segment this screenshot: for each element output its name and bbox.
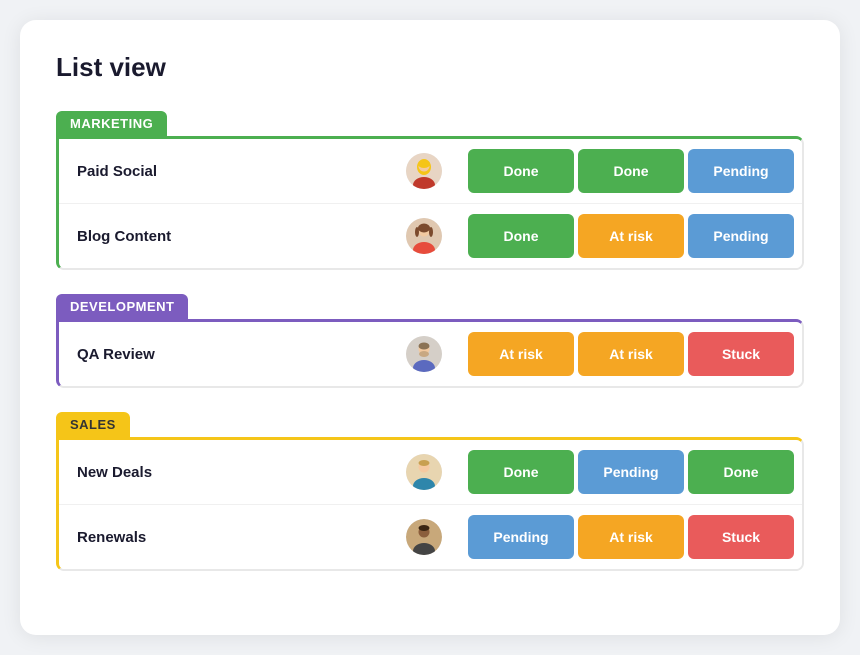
status-cells: DoneAt riskPending — [460, 214, 802, 258]
status-badge[interactable]: Pending — [578, 450, 684, 494]
group-sales: SALESNew Deals DonePendingDoneRenewals P… — [56, 412, 804, 571]
avatar — [406, 519, 442, 555]
avatar — [406, 218, 442, 254]
row-name-label: Renewals — [77, 529, 146, 546]
status-badge[interactable]: Done — [578, 149, 684, 193]
status-badge[interactable]: Done — [468, 214, 574, 258]
group-marketing: MARKETINGPaid Social DoneDonePendingBlog… — [56, 111, 804, 270]
group-header-marketing: MARKETING — [56, 111, 167, 136]
group-table-marketing: Paid Social DoneDonePendingBlog Content … — [56, 136, 804, 270]
avatar — [406, 336, 442, 372]
status-cells: DoneDonePending — [460, 149, 802, 193]
status-badge[interactable]: Pending — [468, 515, 574, 559]
status-badge[interactable]: Done — [468, 149, 574, 193]
table-row[interactable]: QA Review At riskAt riskStuck — [59, 322, 802, 386]
table-row[interactable]: New Deals DonePendingDone — [59, 440, 802, 505]
status-cells: At riskAt riskStuck — [460, 332, 802, 376]
status-badge[interactable]: Stuck — [688, 332, 794, 376]
table-row[interactable]: Blog Content DoneAt riskPending — [59, 204, 802, 268]
status-badge[interactable]: Done — [468, 450, 574, 494]
status-badge[interactable]: At risk — [578, 214, 684, 258]
table-row[interactable]: Renewals PendingAt riskStuck — [59, 505, 802, 569]
row-name-label: QA Review — [77, 346, 155, 363]
group-header-development: DEVELOPMENT — [56, 294, 188, 319]
page-title: List view — [56, 52, 804, 83]
status-badge[interactable]: At risk — [578, 332, 684, 376]
table-row[interactable]: Paid Social DoneDonePending — [59, 139, 802, 204]
group-table-development: QA Review At riskAt riskStuck — [56, 319, 804, 388]
group-table-sales: New Deals DonePendingDoneRenewals Pendin… — [56, 437, 804, 571]
row-name-label: Paid Social — [77, 163, 157, 180]
row-name-label: New Deals — [77, 464, 152, 481]
avatar — [406, 454, 442, 490]
status-badge[interactable]: Done — [688, 450, 794, 494]
status-badge[interactable]: At risk — [468, 332, 574, 376]
status-cells: PendingAt riskStuck — [460, 515, 802, 559]
status-badge[interactable]: Pending — [688, 214, 794, 258]
row-name-label: Blog Content — [77, 228, 171, 245]
list-view-card: List view MARKETINGPaid Social DoneDoneP… — [20, 20, 840, 635]
status-badge[interactable]: Pending — [688, 149, 794, 193]
status-badge[interactable]: At risk — [578, 515, 684, 559]
avatar — [406, 153, 442, 189]
group-development: DEVELOPMENTQA Review At riskAt riskStuck — [56, 294, 804, 388]
group-header-sales: SALES — [56, 412, 130, 437]
status-badge[interactable]: Stuck — [688, 515, 794, 559]
status-cells: DonePendingDone — [460, 450, 802, 494]
